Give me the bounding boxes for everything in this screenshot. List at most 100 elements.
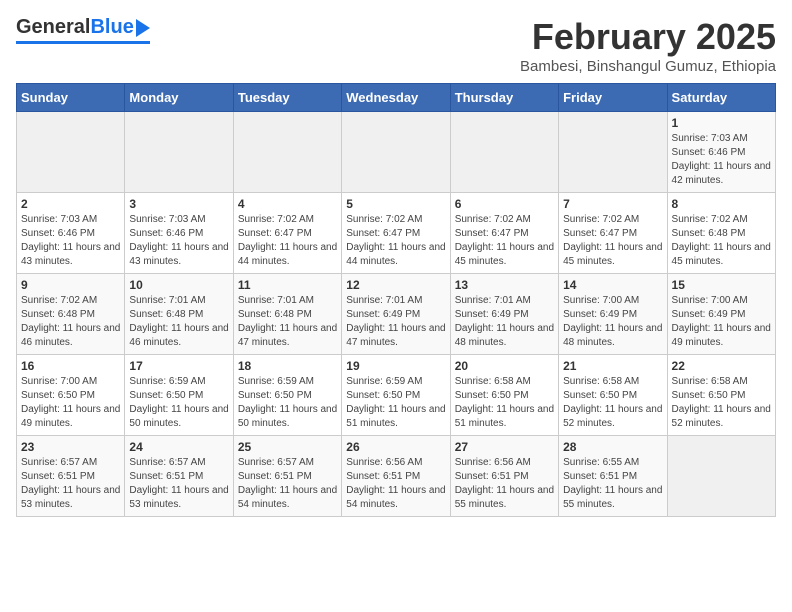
calendar-day-cell: 10 Sunrise: 7:01 AM Sunset: 6:48 PM Dayli… xyxy=(125,274,233,355)
day-info: Sunrise: 7:03 AM Sunset: 6:46 PM Dayligh… xyxy=(672,132,771,188)
calendar-day-cell: 5 Sunrise: 7:02 AM Sunset: 6:47 PM Daylig… xyxy=(342,193,450,274)
logo-underline xyxy=(16,41,150,44)
day-info: Sunrise: 7:00 AM Sunset: 6:49 PM Dayligh… xyxy=(563,294,662,350)
calendar-day-cell: 7 Sunrise: 7:02 AM Sunset: 6:47 PM Daylig… xyxy=(559,193,667,274)
day-info: Sunrise: 6:56 AM Sunset: 6:51 PM Dayligh… xyxy=(455,456,554,512)
calendar-day-cell xyxy=(125,112,233,193)
calendar-day-cell xyxy=(667,436,775,517)
calendar-day-cell: 3Sunrise: 7:03 AM Sunset: 6:46 PM Daylig… xyxy=(125,193,233,274)
calendar-day-cell: 2 Sunrise: 7:03 AM Sunset: 6:46 PM Daylig… xyxy=(17,193,125,274)
month-title: February 2025 xyxy=(520,16,776,58)
day-number: 1 xyxy=(672,116,771,130)
calendar-day-cell: 22Sunrise: 6:58 AM Sunset: 6:50 PM Dayli… xyxy=(667,355,775,436)
day-number: 23 xyxy=(21,440,120,454)
calendar-day-cell xyxy=(233,112,341,193)
day-number: 9 xyxy=(21,278,120,292)
day-info: Sunrise: 6:56 AM Sunset: 6:51 PM Dayligh… xyxy=(346,456,445,512)
calendar-day-cell: 27 Sunrise: 6:56 AM Sunset: 6:51 PM Dayli… xyxy=(450,436,558,517)
calendar-day-cell xyxy=(559,112,667,193)
day-info: Sunrise: 6:59 AM Sunset: 6:50 PM Dayligh… xyxy=(346,375,445,431)
location-subtitle: Bambesi, Binshangul Gumuz, Ethiopia xyxy=(520,58,776,75)
calendar-day-cell: 6 Sunrise: 7:02 AM Sunset: 6:47 PM Daylig… xyxy=(450,193,558,274)
day-number: 10 xyxy=(129,278,228,292)
day-info: Sunrise: 7:00 AM Sunset: 6:49 PM Dayligh… xyxy=(672,294,771,350)
calendar-day-cell xyxy=(450,112,558,193)
col-sunday: Sunday xyxy=(17,84,125,112)
calendar-day-cell: 12 Sunrise: 7:01 AM Sunset: 6:49 PM Dayli… xyxy=(342,274,450,355)
logo: General Blue xyxy=(16,16,150,44)
calendar-table: Sunday Monday Tuesday Wednesday Thursday… xyxy=(16,83,776,517)
day-info: Sunrise: 7:01 AM Sunset: 6:48 PM Dayligh… xyxy=(238,294,337,350)
day-info: Sunrise: 6:58 AM Sunset: 6:50 PM Dayligh… xyxy=(455,375,554,431)
col-tuesday: Tuesday xyxy=(233,84,341,112)
calendar-day-cell: 4Sunrise: 7:02 AM Sunset: 6:47 PM Daylig… xyxy=(233,193,341,274)
day-number: 16 xyxy=(21,359,120,373)
day-number: 20 xyxy=(455,359,554,373)
calendar-day-cell: 1 Sunrise: 7:03 AM Sunset: 6:46 PM Daylig… xyxy=(667,112,775,193)
logo-blue-text: Blue xyxy=(90,16,133,39)
day-number: 7 xyxy=(563,197,662,211)
day-info: Sunrise: 6:58 AM Sunset: 6:50 PM Dayligh… xyxy=(563,375,662,431)
calendar-day-cell: 21 Sunrise: 6:58 AM Sunset: 6:50 PM Dayli… xyxy=(559,355,667,436)
calendar-week-row: 16Sunrise: 7:00 AM Sunset: 6:50 PM Dayli… xyxy=(17,355,776,436)
col-wednesday: Wednesday xyxy=(342,84,450,112)
day-number: 22 xyxy=(672,359,771,373)
day-number: 18 xyxy=(238,359,337,373)
day-info: Sunrise: 6:59 AM Sunset: 6:50 PM Dayligh… xyxy=(238,375,337,431)
calendar-day-cell xyxy=(342,112,450,193)
calendar-day-cell: 28 Sunrise: 6:55 AM Sunset: 6:51 PM Dayli… xyxy=(559,436,667,517)
day-info: Sunrise: 6:59 AM Sunset: 6:50 PM Dayligh… xyxy=(129,375,228,431)
day-info: Sunrise: 7:02 AM Sunset: 6:48 PM Dayligh… xyxy=(672,213,771,269)
day-number: 11 xyxy=(238,278,337,292)
col-saturday: Saturday xyxy=(667,84,775,112)
col-monday: Monday xyxy=(125,84,233,112)
title-area: February 2025 Bambesi, Binshangul Gumuz,… xyxy=(520,16,776,75)
day-number: 2 xyxy=(21,197,120,211)
day-info: Sunrise: 7:01 AM Sunset: 6:49 PM Dayligh… xyxy=(455,294,554,350)
day-info: Sunrise: 6:57 AM Sunset: 6:51 PM Dayligh… xyxy=(21,456,120,512)
day-number: 25 xyxy=(238,440,337,454)
day-info: Sunrise: 7:01 AM Sunset: 6:48 PM Dayligh… xyxy=(129,294,228,350)
day-info: Sunrise: 7:02 AM Sunset: 6:47 PM Dayligh… xyxy=(455,213,554,269)
day-info: Sunrise: 7:02 AM Sunset: 6:47 PM Dayligh… xyxy=(346,213,445,269)
calendar-day-cell: 9 Sunrise: 7:02 AM Sunset: 6:48 PM Daylig… xyxy=(17,274,125,355)
day-info: Sunrise: 7:02 AM Sunset: 6:47 PM Dayligh… xyxy=(238,213,337,269)
day-number: 27 xyxy=(455,440,554,454)
calendar-day-cell: 18 Sunrise: 6:59 AM Sunset: 6:50 PM Dayli… xyxy=(233,355,341,436)
calendar-week-row: 1 Sunrise: 7:03 AM Sunset: 6:46 PM Daylig… xyxy=(17,112,776,193)
calendar-week-row: 23 Sunrise: 6:57 AM Sunset: 6:51 PM Dayli… xyxy=(17,436,776,517)
day-number: 26 xyxy=(346,440,445,454)
day-info: Sunrise: 7:01 AM Sunset: 6:49 PM Dayligh… xyxy=(346,294,445,350)
calendar-day-cell: 25Sunrise: 6:57 AM Sunset: 6:51 PM Dayli… xyxy=(233,436,341,517)
calendar-header: Sunday Monday Tuesday Wednesday Thursday… xyxy=(17,84,776,112)
calendar-day-cell: 26 Sunrise: 6:56 AM Sunset: 6:51 PM Dayli… xyxy=(342,436,450,517)
day-number: 12 xyxy=(346,278,445,292)
day-info: Sunrise: 6:55 AM Sunset: 6:51 PM Dayligh… xyxy=(563,456,662,512)
day-number: 17 xyxy=(129,359,228,373)
day-number: 13 xyxy=(455,278,554,292)
calendar-day-cell: 15Sunrise: 7:00 AM Sunset: 6:49 PM Dayli… xyxy=(667,274,775,355)
calendar-day-cell: 24 Sunrise: 6:57 AM Sunset: 6:51 PM Dayli… xyxy=(125,436,233,517)
calendar-day-cell: 11 Sunrise: 7:01 AM Sunset: 6:48 PM Dayli… xyxy=(233,274,341,355)
col-friday: Friday xyxy=(559,84,667,112)
day-info: Sunrise: 7:02 AM Sunset: 6:47 PM Dayligh… xyxy=(563,213,662,269)
day-number: 24 xyxy=(129,440,228,454)
day-info: Sunrise: 7:02 AM Sunset: 6:48 PM Dayligh… xyxy=(21,294,120,350)
day-number: 3 xyxy=(129,197,228,211)
page-header: General Blue February 2025 Bambesi, Bins… xyxy=(16,16,776,75)
day-number: 6 xyxy=(455,197,554,211)
day-number: 5 xyxy=(346,197,445,211)
calendar-week-row: 2 Sunrise: 7:03 AM Sunset: 6:46 PM Daylig… xyxy=(17,193,776,274)
day-number: 21 xyxy=(563,359,662,373)
calendar-day-cell: 16Sunrise: 7:00 AM Sunset: 6:50 PM Dayli… xyxy=(17,355,125,436)
day-number: 8 xyxy=(672,197,771,211)
day-info: Sunrise: 6:57 AM Sunset: 6:51 PM Dayligh… xyxy=(129,456,228,512)
days-of-week-row: Sunday Monday Tuesday Wednesday Thursday… xyxy=(17,84,776,112)
day-info: Sunrise: 7:03 AM Sunset: 6:46 PM Dayligh… xyxy=(21,213,120,269)
logo-general-text: General xyxy=(16,16,90,39)
col-thursday: Thursday xyxy=(450,84,558,112)
calendar-day-cell: 13 Sunrise: 7:01 AM Sunset: 6:49 PM Dayli… xyxy=(450,274,558,355)
calendar-day-cell: 19Sunrise: 6:59 AM Sunset: 6:50 PM Dayli… xyxy=(342,355,450,436)
calendar-day-cell: 20 Sunrise: 6:58 AM Sunset: 6:50 PM Dayli… xyxy=(450,355,558,436)
day-number: 28 xyxy=(563,440,662,454)
